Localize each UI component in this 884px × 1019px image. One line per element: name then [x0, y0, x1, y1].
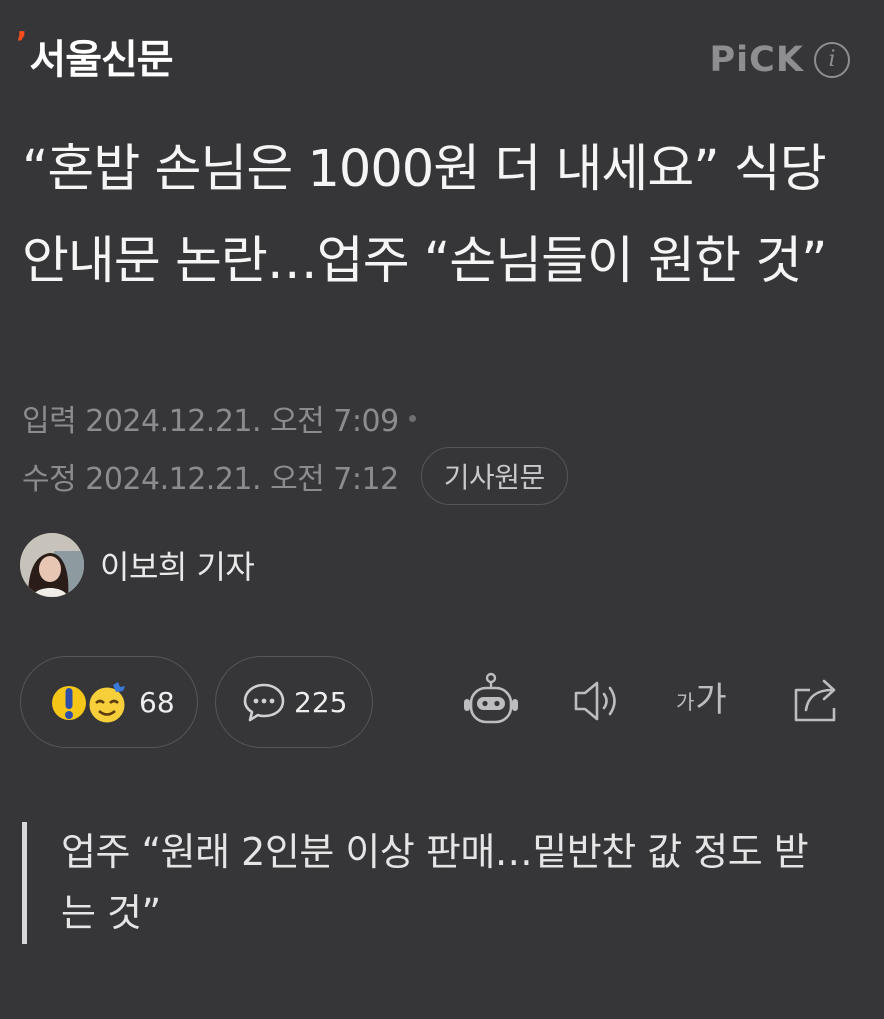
reaction-button[interactable]: 68: [20, 656, 198, 748]
reporter-avatar: [20, 533, 84, 597]
info-icon[interactable]: i: [814, 42, 850, 78]
font-size-button[interactable]: 가 가: [676, 680, 727, 720]
ai-bot-icon: [464, 672, 518, 724]
font-size-small-label: 가: [676, 690, 695, 714]
app-header: ’ 서울신문 PiCK i: [0, 0, 884, 120]
separator-dot: [408, 414, 416, 422]
pick-badge: PiCK i: [710, 40, 850, 80]
exclamation-emoji-icon: [52, 682, 128, 726]
ai-summary-button[interactable]: [462, 672, 520, 732]
input-date: 입력 2024.12.21. 오전 7:09: [22, 404, 399, 439]
article-subheadline: 업주 “원래 2인분 이상 판매…밑반찬 값 정도 받는 것”: [22, 822, 822, 944]
pick-label: PiCK: [709, 40, 804, 80]
reaction-count: 68: [139, 685, 175, 719]
reporter-name: 이보희 기자: [100, 548, 255, 586]
font-size-large-label: 가: [695, 680, 727, 720]
logo-mark: ’: [16, 26, 28, 61]
speaker-icon: [574, 681, 616, 721]
publisher-logo[interactable]: ’ 서울신문: [16, 26, 174, 86]
article-headline: “혼밥 손님은 1000원 더 내세요” 식당 안내문 논란…업주 “손님들이 …: [22, 140, 828, 291]
comment-bubble-icon: [243, 683, 285, 722]
input-date-row: 입력 2024.12.21. 오전 7:09: [22, 396, 416, 440]
original-article-button[interactable]: 기사원문: [420, 447, 568, 505]
modified-date: 수정 2024.12.21. 오전 7:12: [22, 462, 399, 497]
logo-text: 서울신문: [29, 37, 173, 83]
reporter-info[interactable]: 이보희 기자: [20, 533, 255, 597]
share-icon: [794, 679, 836, 722]
read-aloud-button[interactable]: [572, 678, 624, 728]
comment-button[interactable]: 225: [215, 656, 373, 748]
share-button[interactable]: [790, 676, 842, 728]
reaction-emojis: [51, 679, 131, 726]
modified-date-row: 수정 2024.12.21. 오전 7:12 기사원문: [22, 447, 568, 505]
comment-count: 225: [294, 685, 348, 719]
